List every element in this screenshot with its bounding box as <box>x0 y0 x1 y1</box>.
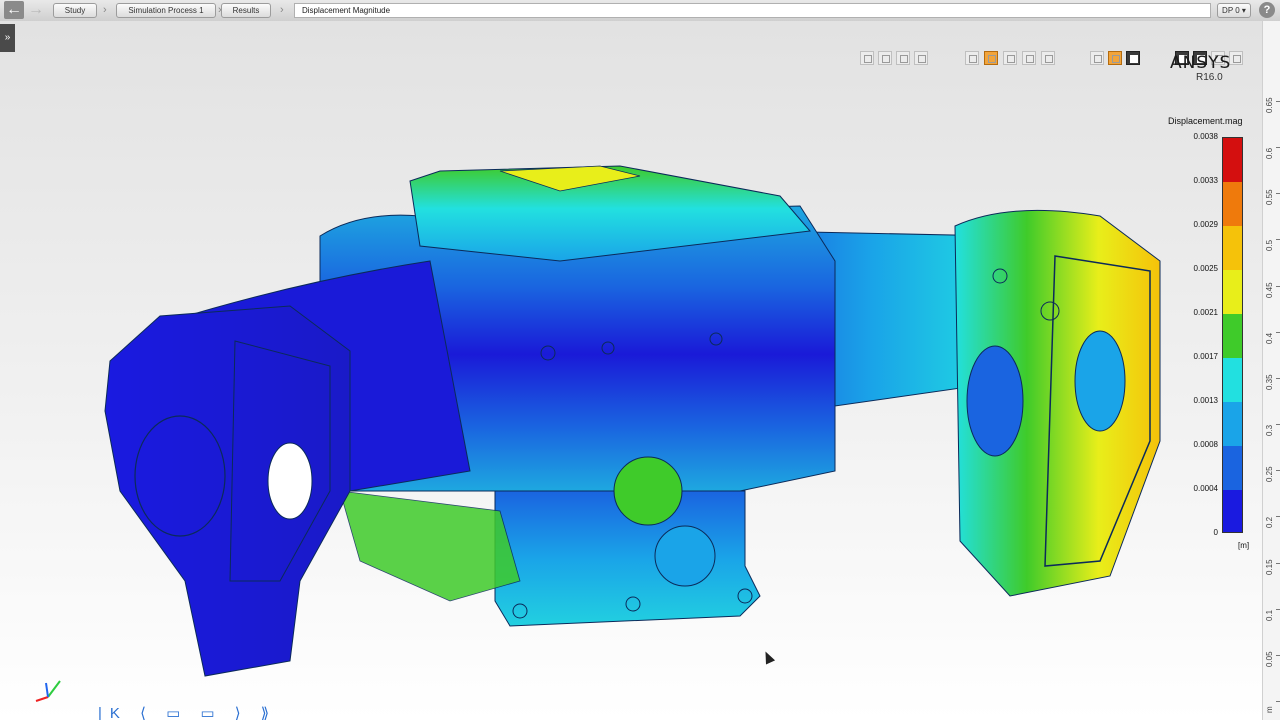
ruler-tick-mark <box>1276 516 1280 518</box>
ruler-tick-mark <box>1276 701 1280 702</box>
legend-color-segment <box>1223 402 1242 447</box>
ruler-tick-mark <box>1276 470 1280 472</box>
arrow-right-icon: → <box>28 1 44 18</box>
legend-label: 0.0038 <box>1193 132 1218 141</box>
ruler-tick-mark <box>1276 239 1280 241</box>
ruler-tick-mark <box>1276 562 1280 564</box>
axis-triad <box>35 680 61 702</box>
breadcrumb-simulation-process[interactable]: Simulation Process 1 <box>116 3 216 18</box>
expand-left-panel-icon[interactable]: » <box>0 24 15 52</box>
playback-toolbar[interactable]: |K ⟨ ▭ ▭ ⟩ ⟫ <box>98 704 277 720</box>
legend-color-segment <box>1223 270 1242 315</box>
ruler-tick-label: 0.5 <box>1265 240 1274 252</box>
legend-color-bar <box>1222 137 1243 533</box>
scale-ruler: 0.65 0.6 0.55 0.5 0.45 0.4 0.35 0.3 0.25 0.2 0.15 0… <box>1262 21 1280 720</box>
legend-unit: [m] <box>1238 541 1250 550</box>
legend-color-segment <box>1223 138 1242 183</box>
ansys-logo: ANSYS <box>1170 53 1232 73</box>
ruler-tick-label: 0.6 <box>1265 148 1274 160</box>
ruler-tick-mark <box>1276 654 1280 656</box>
ruler-tick-label: 0.3 <box>1265 424 1274 437</box>
ruler-tick-mark <box>1276 147 1280 149</box>
legend-label: 0.0025 <box>1193 264 1218 273</box>
ruler-tick-mark <box>1276 285 1280 287</box>
legend-label: 0.0017 <box>1193 352 1218 361</box>
ruler-tick-label: 0.65 <box>1265 97 1274 113</box>
back-button[interactable]: ← <box>4 1 24 19</box>
legend-color-segment <box>1223 182 1242 227</box>
legend-color-segment <box>1223 446 1242 491</box>
ruler-tick-label: 0.45 <box>1265 282 1274 298</box>
ruler-tick-mark <box>1276 101 1280 102</box>
breadcrumb-bar: ← → Study › Simulation Process 1 › Resul… <box>0 0 1280 22</box>
legend-label: 0 <box>1213 528 1218 537</box>
arrow-left-icon: ← <box>6 1 22 18</box>
ansys-version: R16.0 <box>1196 72 1223 83</box>
ruler-tick-mark <box>1276 608 1280 610</box>
breadcrumb-study[interactable]: Study <box>53 3 97 18</box>
3d-viewport[interactable]: ANSYS R16.0 Displacement.mag 0.0038 0.003… <box>0 21 1262 720</box>
legend-color-segment <box>1223 226 1242 271</box>
legend-label: 0.0033 <box>1193 176 1218 185</box>
legend-color-segment <box>1223 358 1242 403</box>
design-point-dropdown[interactable]: DP 0 ▾ <box>1217 3 1251 18</box>
chevron-right-icon: › <box>280 4 284 16</box>
ruler-tick-mark <box>1276 377 1280 379</box>
ruler-tick-label: 0.4 <box>1265 332 1274 344</box>
legend-label: 0.0021 <box>1193 308 1218 317</box>
legend-label: 0.0029 <box>1193 220 1218 229</box>
legend-color-segment <box>1223 314 1242 359</box>
legend-label: 0.0008 <box>1193 440 1218 449</box>
breadcrumb-results[interactable]: Results <box>221 3 271 18</box>
chevron-right-icon: › <box>103 4 107 16</box>
ruler-tick-mark <box>1276 424 1280 426</box>
ruler-tick-mark <box>1276 193 1280 195</box>
ruler-tick-mark <box>1276 331 1280 333</box>
ruler-tick-label: 0.1 <box>1265 609 1274 621</box>
legend-label: 0.0004 <box>1193 484 1218 493</box>
ruler-tick-label: 0.2 <box>1265 517 1274 529</box>
ruler-tick-label: 0.25 <box>1265 466 1274 483</box>
legend-color-segment <box>1223 490 1242 532</box>
ruler-tick-label: m <box>1265 706 1274 713</box>
ruler-tick-label: 0.05 <box>1265 651 1274 667</box>
ruler-tick-label: 0.15 <box>1265 558 1274 575</box>
help-icon[interactable]: ? <box>1259 2 1275 18</box>
ruler-tick-label: 0.55 <box>1265 189 1274 206</box>
legend-title: Displacement.mag <box>1168 116 1243 126</box>
breadcrumb-current: Displacement Magnitude <box>294 3 1211 18</box>
legend-label: 0.0013 <box>1193 396 1218 405</box>
displacement-contour-model[interactable] <box>0 21 1262 720</box>
ruler-tick-label: 0.35 <box>1265 374 1274 390</box>
forward-button[interactable]: → <box>26 1 46 19</box>
